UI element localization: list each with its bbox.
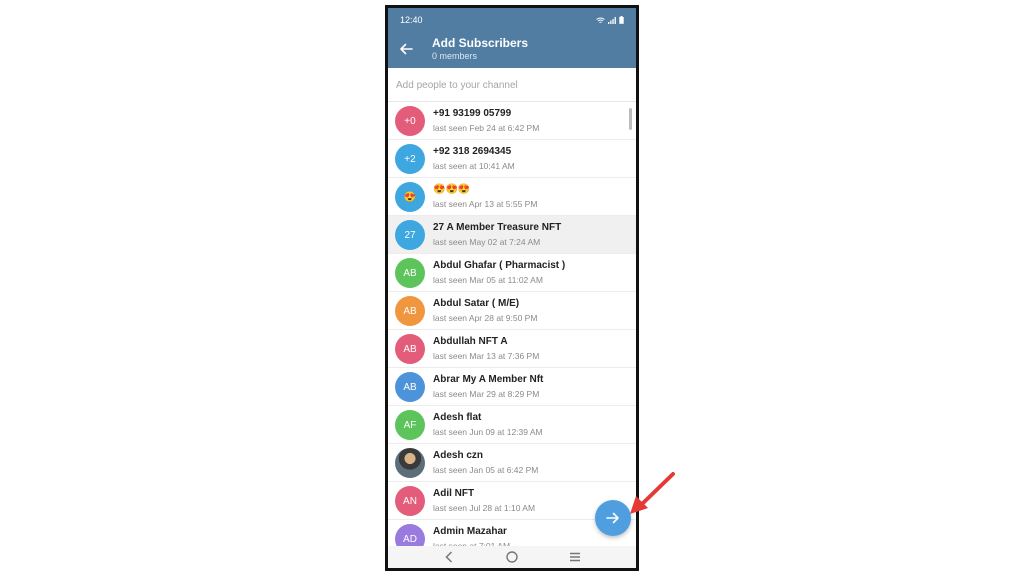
avatar: AD [395,524,425,546]
wifi-icon [596,17,605,23]
avatar-photo [395,448,425,478]
contact-name: Adil NFT [433,488,475,499]
last-seen-status: last seen May 02 at 7:24 AM [433,237,541,247]
contact-row[interactable]: 27 27 A Member Treasure NFT last seen May … [388,216,636,254]
contact-name: 27 A Member Treasure NFT [433,222,562,233]
back-button[interactable] [396,39,416,59]
home-circle-icon [506,551,518,563]
last-seen-status: last seen Jun 09 at 12:39 AM [433,427,543,437]
scrollbar[interactable] [629,108,632,130]
contact-row[interactable]: 😍 😍😍😍 last seen Apr 13 at 5:55 PM [388,178,636,216]
contact-name: Adesh flat [433,412,482,423]
contact-list[interactable]: +0 +91 93199 05799 last seen Feb 24 at 6:4… [388,102,636,546]
contact-row[interactable]: +0 +91 93199 05799 last seen Feb 24 at 6:4… [388,102,636,140]
contact-name: Adesh czn [433,450,484,461]
contact-name: +92 318 2694345 [433,146,512,157]
avatar: +0 [395,106,425,136]
avatar: +2 [395,144,425,174]
last-seen-status: last seen Apr 13 at 5:55 PM [433,199,538,209]
search-row [388,68,636,102]
last-seen-status: last seen Mar 05 at 11:02 AM [433,275,543,285]
contact-row[interactable]: AB Abdul Ghafar ( Pharmacist ) last seen M… [388,254,636,292]
contact-name: Abdullah NFT A [433,336,508,347]
contact-row[interactable]: Adesh czn last seen Jan 05 at 6:42 PM [388,444,636,482]
status-icons [596,16,624,24]
avatar: AB [395,258,425,288]
contact-row[interactable]: AB Abdul Satar ( M/E) last seen Apr 28 at … [388,292,636,330]
nav-recents-button[interactable] [565,549,585,565]
contact-name: 😍😍😍 [433,184,471,195]
menu-lines-icon [569,552,580,562]
battery-icon [619,16,624,24]
search-input[interactable] [396,76,628,94]
arrow-right-icon [606,512,619,524]
annotation-arrow-icon [630,472,675,514]
last-seen-status: last seen Jul 28 at 1:10 AM [433,503,536,513]
last-seen-status: last seen Feb 24 at 6:42 PM [433,123,540,133]
page-title: Add Subscribers [432,36,529,50]
avatar: AB [395,372,425,402]
contact-row[interactable]: +2 +92 318 2694345 last seen at 10:41 AM [388,140,636,178]
avatar: 27 [395,220,425,250]
contact-row[interactable]: AF Adesh flat last seen Jun 09 at 12:39 AM [388,406,636,444]
avatar: AF [395,410,425,440]
contact-name: Abdul Ghafar ( Pharmacist ) [433,260,566,271]
chevron-left-icon [445,551,453,563]
last-seen-status: last seen Apr 28 at 9:50 PM [433,313,538,323]
nav-back-button[interactable] [439,549,459,565]
phone-screen: 12:40 Add Subscribers 0 members +0 +91 93… [385,5,639,571]
contact-name: Admin Mazahar [433,526,507,537]
contact-row[interactable]: AB Abrar My A Member Nft last seen Mar 29 … [388,368,636,406]
avatar: AB [395,296,425,326]
signal-icon [608,16,616,24]
system-nav-bar [388,546,636,568]
contact-name: Abrar My A Member Nft [433,374,544,385]
avatar: 😍 [395,182,425,212]
arrow-left-icon [400,43,413,55]
contact-name: +91 93199 05799 [433,108,512,119]
nav-home-button[interactable] [502,549,522,565]
last-seen-status: last seen at 10:41 AM [433,161,515,171]
avatar: AN [395,486,425,516]
status-time: 12:40 [400,15,423,25]
status-bar: 12:40 [388,8,636,32]
app-bar: Add Subscribers 0 members [388,32,636,68]
avatar: AB [395,334,425,364]
last-seen-status: last seen Mar 13 at 7:36 PM [433,351,540,361]
last-seen-status: last seen Jan 05 at 6:42 PM [433,465,539,475]
contact-row[interactable]: AB Abdullah NFT A last seen Mar 13 at 7:36… [388,330,636,368]
contact-name: Abdul Satar ( M/E) [433,298,520,309]
last-seen-status: last seen Mar 29 at 8:29 PM [433,389,540,399]
member-count: 0 members [432,51,478,61]
